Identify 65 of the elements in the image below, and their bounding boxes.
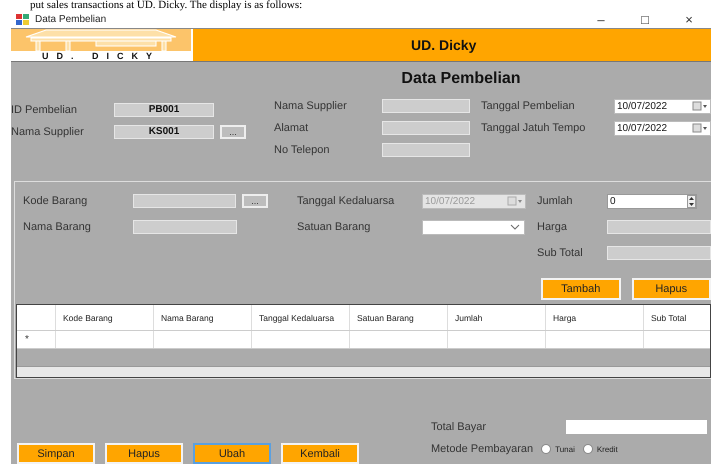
horizontal-scrollbar[interactable] — [17, 366, 710, 377]
column-header[interactable]: Jumlah — [455, 314, 482, 322]
column-header[interactable]: Satuan Barang — [357, 314, 414, 322]
total-field[interactable] — [566, 420, 707, 434]
document-caption: put sales transactions at UD. Dicky. The display is as follows: — [29, 0, 304, 10]
field-label: No Telepon — [274, 144, 330, 156]
text-field[interactable] — [133, 220, 237, 234]
number-field[interactable]: 0 — [607, 194, 697, 208]
text-field[interactable] — [382, 99, 470, 113]
field-label: Satuan Barang — [297, 221, 372, 233]
field-label: Sub Total — [537, 247, 584, 259]
new-row-marker: * — [25, 334, 29, 346]
window-control[interactable]: – — [579, 12, 623, 26]
field-label: Nama Supplier — [274, 100, 348, 112]
field-label: Nama Supplier — [11, 126, 85, 138]
text-field[interactable] — [382, 121, 470, 135]
logo-text: UD. DICKY — [11, 51, 191, 61]
browse-button[interactable]: ... — [220, 125, 246, 139]
action-button[interactable]: Hapus — [105, 443, 183, 464]
window-title: Data Pembelian — [35, 14, 108, 24]
field-label: Harga — [537, 221, 568, 233]
action-button[interactable]: Tambah — [541, 278, 620, 300]
radio-label: Tunai — [555, 444, 575, 454]
text-field[interactable]: PB001 — [114, 103, 214, 117]
column-header[interactable]: Tanggal Kedaluarsa — [259, 314, 334, 322]
column-header[interactable]: Kode Barang — [63, 314, 113, 322]
text-field[interactable] — [607, 220, 711, 234]
spinner-arrows-icon — [687, 194, 696, 208]
action-button[interactable]: Ubah — [193, 443, 271, 464]
field-label: Total Bayar — [431, 421, 488, 433]
field-label: Alamat — [274, 122, 310, 134]
form-heading: Data Pembelian — [401, 70, 521, 87]
app-icon — [16, 14, 29, 24]
banner-title: UD. Dicky — [411, 37, 476, 53]
text-field[interactable] — [133, 194, 236, 208]
date-picker[interactable]: 10/07/2022 — [614, 98, 711, 114]
action-button[interactable]: Simpan — [17, 443, 95, 464]
text-field[interactable] — [607, 246, 711, 260]
field-label: ID Pembelian — [11, 104, 78, 116]
radio-button[interactable] — [541, 444, 552, 454]
calendar-dropdown-icon — [692, 101, 708, 111]
action-button[interactable]: Hapus — [632, 278, 711, 300]
field-label: Metode Pembayaran — [431, 443, 534, 455]
chevron-down-icon — [510, 224, 520, 230]
calendar-dropdown-icon — [507, 196, 523, 206]
column-header[interactable]: Harga — [553, 314, 576, 322]
dropdown-field[interactable] — [422, 220, 525, 234]
radio-label: Kredit — [596, 444, 618, 454]
field-label: Tanggal Jatuh Tempo — [481, 122, 586, 134]
text-field[interactable] — [382, 143, 470, 157]
field-label: Kode Barang — [23, 195, 88, 207]
calendar-dropdown-icon — [692, 123, 708, 133]
field-label: Jumlah — [537, 195, 574, 207]
column-header[interactable]: Sub Total — [651, 314, 686, 322]
field-label: Nama Barang — [23, 221, 92, 233]
field-label: Tanggal Kedaluarsa — [297, 195, 396, 207]
browse-button[interactable]: ... — [242, 194, 268, 208]
column-header[interactable]: Nama Barang — [161, 314, 214, 322]
text-field[interactable]: KS001 — [114, 125, 214, 139]
radio-button[interactable] — [582, 444, 593, 454]
action-button[interactable]: Kembali — [281, 443, 359, 464]
window-control[interactable]: □ — [623, 12, 667, 26]
field-label: Tanggal Pembelian — [481, 100, 576, 112]
date-picker[interactable]: 10/07/2022 — [614, 120, 711, 136]
window-control[interactable]: × — [667, 12, 711, 26]
